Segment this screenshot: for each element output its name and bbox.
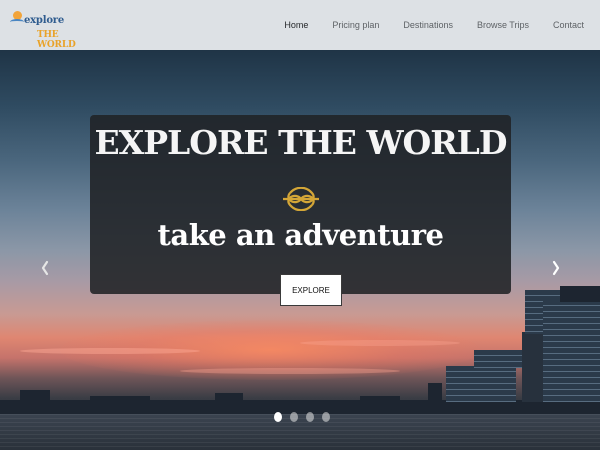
logo[interactable]: explore THE WORLD: [10, 9, 80, 50]
chevron-right-icon: [552, 260, 560, 276]
building: [215, 393, 243, 403]
logo-text-the-world: THE WORLD: [37, 30, 76, 50]
page: explore THE WORLD Home Pricing plan Dest…: [0, 0, 600, 450]
hero-carousel: EXPLORE THE WORLD take an adventure EXPL…: [0, 50, 600, 450]
wave-icon: [10, 19, 24, 25]
building: [560, 286, 600, 302]
carousel-indicator-3[interactable]: [306, 412, 314, 422]
building: [360, 396, 400, 404]
carousel-indicator-4[interactable]: [322, 412, 330, 422]
carousel-indicators: [274, 411, 330, 423]
building: [428, 383, 442, 403]
carousel-next-button[interactable]: [548, 256, 564, 280]
rope-knot-icon: [283, 187, 319, 211]
nav-link-browse-trips[interactable]: Browse Trips: [477, 20, 529, 30]
nav-link-pricing-plan[interactable]: Pricing plan: [332, 20, 379, 30]
carousel-indicator-1[interactable]: [274, 412, 282, 422]
building: [20, 390, 50, 402]
hero-subtitle: take an adventure: [157, 218, 444, 252]
logo-text-explore: explore: [24, 15, 65, 26]
building: [90, 396, 150, 404]
navbar: explore THE WORLD Home Pricing plan Dest…: [0, 0, 600, 50]
building: [474, 350, 522, 368]
nav-link-home[interactable]: Home: [284, 20, 308, 30]
nav-link-contact[interactable]: Contact: [553, 20, 584, 30]
carousel-caption: EXPLORE THE WORLD take an adventure: [90, 115, 511, 294]
carousel-prev-button[interactable]: [37, 256, 53, 280]
explore-button[interactable]: EXPLORE: [280, 274, 342, 306]
building: [446, 366, 516, 402]
hero-title: EXPLORE THE WORLD: [94, 123, 507, 162]
chevron-left-icon: [41, 260, 49, 276]
carousel-indicator-2[interactable]: [290, 412, 298, 422]
building: [543, 300, 600, 402]
nav-links: Home Pricing plan Destinations Browse Tr…: [260, 0, 584, 50]
nav-link-destinations[interactable]: Destinations: [403, 20, 453, 30]
